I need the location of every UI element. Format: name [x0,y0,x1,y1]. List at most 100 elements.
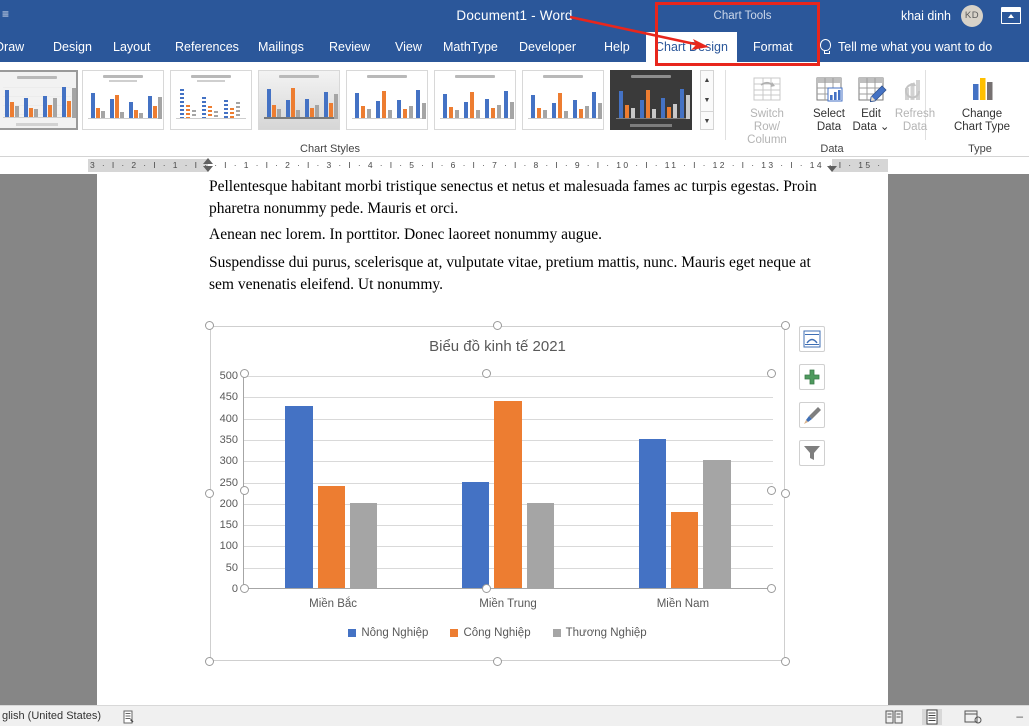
chart-style-thumbnail[interactable] [434,70,516,130]
paragraph[interactable]: Suspendisse dui purus, scelerisque at, v… [209,252,829,296]
print-layout-view-button[interactable] [922,709,942,725]
bar[interactable] [638,439,667,588]
chart-legend[interactable]: Nông Nghiệp Công Nghiệp Thương Nghiệp [210,627,785,639]
bar[interactable] [494,400,522,588]
gallery-scroll-down-button[interactable]: ▼ [701,91,713,110]
thumbnail-plot [176,89,246,119]
chart-styles-button[interactable] [799,402,825,428]
thumbnail-plot [528,86,602,119]
plot-area-handle-middle-right[interactable] [767,486,776,495]
lightbulb-icon [820,39,831,54]
read-mode-view-button[interactable] [884,709,904,725]
bar[interactable] [461,481,490,588]
resize-handle-middle-left[interactable] [205,488,214,498]
ribbon-display-options-icon[interactable] [1001,7,1021,24]
tab-design[interactable]: Design [44,32,101,62]
plot-area-handle-middle-left[interactable] [240,486,249,495]
left-indent-marker[interactable] [203,166,213,172]
resize-handle-top-left[interactable] [205,321,214,330]
first-line-indent-marker[interactable] [203,158,213,164]
thumbnail-title-bar [17,76,57,79]
tab-view[interactable]: View [386,32,431,62]
resize-handle-bottom-right[interactable] [781,657,790,666]
account-name[interactable]: khai dinh [901,0,951,32]
chart-style-thumbnail[interactable] [0,70,78,130]
status-bar: glish (United States) – [0,705,1029,726]
zoom-out-button[interactable]: – [1016,706,1025,726]
proofing-errors-icon[interactable] [122,710,136,724]
chart-style-thumbnail[interactable] [82,70,164,130]
tab-format[interactable]: Format [744,32,802,62]
chart-title[interactable]: Biểu đồ kinh tế 2021 [210,338,785,355]
read-mode-icon [885,710,903,724]
tab-mailings[interactable]: Mailings [249,32,313,62]
chart-style-thumbnail[interactable] [170,70,252,130]
paragraph[interactable]: Pellentesque habitant morbi tristique se… [209,176,829,220]
bar[interactable] [317,486,346,588]
tell-me-search[interactable]: Tell me what you want to do [838,32,992,62]
legend-item[interactable]: Thương Nghiệp [552,627,647,639]
legend-item[interactable]: Công Nghiệp [450,627,531,639]
bar[interactable] [285,405,313,588]
paragraph[interactable]: Aenean nec lorem. In porttitor. Donec la… [209,224,829,246]
document-page[interactable]: Pellentesque habitant morbi tristique se… [97,174,888,705]
plot-area-handle-bottom-center[interactable] [482,584,491,593]
tab-chart-design[interactable]: Chart Design [646,32,737,62]
resize-handle-top-right[interactable] [781,321,790,330]
plot-area-handle-top-right[interactable] [767,369,776,378]
thumbnail-title-bar [631,75,671,78]
tab-mathtype[interactable]: MathType [434,32,507,62]
switch-row-column-button[interactable]: Switch Row/ Column [736,68,798,146]
ribbon-tab-strip: Draw Design Layout References Mailings R… [0,32,1029,62]
resize-handle-bottom-left[interactable] [205,657,214,666]
right-indent-marker[interactable] [827,166,837,172]
bar[interactable] [526,503,555,588]
y-tick-label: 50 [225,561,238,574]
group-label-data: Data [820,143,844,155]
tab-references[interactable]: References [166,32,248,62]
chart-style-thumbnail[interactable] [346,70,428,130]
bar[interactable] [349,502,378,588]
chart-style-thumbnail[interactable] [522,70,604,130]
chart-plot-area[interactable]: 0 50 100 150 200 250 300 350 400 450 500… [220,370,773,610]
plus-icon [804,369,820,385]
chart-elements-button[interactable] [799,364,825,390]
chart-styles-gallery[interactable] [0,70,698,132]
chart-object[interactable]: Biểu đồ kinh tế 2021 0 50 100 150 200 25… [205,321,790,666]
plot-area-handle-bottom-left[interactable] [240,584,249,593]
change-chart-type-button[interactable]: Change Chart Type [944,68,1020,140]
tab-draw[interactable]: Draw [0,32,33,62]
thumbnail-title-bar [367,75,407,78]
bar[interactable] [670,511,699,588]
tab-layout[interactable]: Layout [104,32,160,62]
print-layout-icon [926,709,938,725]
plot-area-handle-top-center[interactable] [482,369,491,378]
gallery-scroll-up-button[interactable]: ▲ [701,71,713,90]
resize-handle-top-center[interactable] [492,321,502,330]
avatar[interactable]: KD [961,5,983,27]
chart-filters-button[interactable] [799,440,825,466]
resize-handle-middle-right[interactable] [781,488,790,498]
horizontal-ruler[interactable]: 3 · I · 2 · I · 1 · I · · I · 1 · I · 2 … [0,157,1029,174]
gallery-scrollbar[interactable]: ▲ ▼ ▼ [700,70,714,130]
resize-handle-bottom-center[interactable] [492,657,502,666]
plot-area-handle-top-left[interactable] [240,369,249,378]
x-axis-label: Miền Nam [656,598,710,610]
document-canvas: Pellentesque habitant morbi tristique se… [0,174,1029,705]
layout-options-icon [803,330,821,348]
plot-area-handle-bottom-right[interactable] [767,584,776,593]
tab-help[interactable]: Help [595,32,639,62]
language-status[interactable]: glish (United States) [2,706,101,726]
legend-item[interactable]: Nông Nghiệp [348,627,428,639]
refresh-data-button[interactable]: Refresh Data [884,68,946,140]
chart-style-thumbnail[interactable] [610,70,692,130]
thumbnail-plot [3,87,76,118]
switch-row-column-icon [750,72,784,106]
gallery-more-button[interactable]: ▼ [701,111,713,130]
tab-review[interactable]: Review [320,32,379,62]
web-layout-view-button[interactable] [962,709,982,725]
chart-style-thumbnail[interactable] [258,70,340,130]
bar[interactable] [703,460,731,588]
layout-options-button[interactable] [799,326,825,352]
tab-developer[interactable]: Developer [510,32,585,62]
